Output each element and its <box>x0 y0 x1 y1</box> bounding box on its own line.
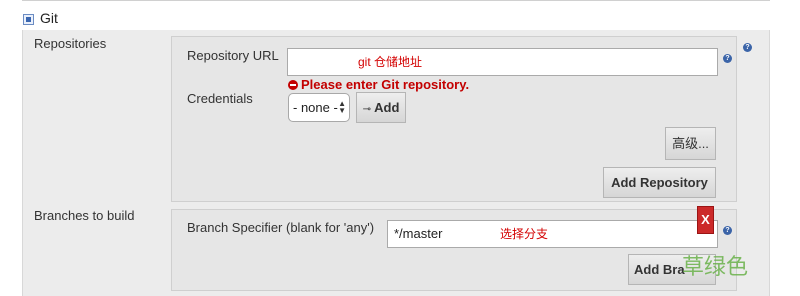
top-divider <box>22 0 770 4</box>
advanced-label: 高级... <box>672 136 709 151</box>
branch-specifier-annotation: 选择分支 <box>500 227 549 241</box>
repository-url-label: Repository URL <box>187 48 279 63</box>
help-icon[interactable]: ? <box>743 43 752 52</box>
key-icon: ⊸ <box>362 104 371 115</box>
branch-specifier-label: Branch Specifier (blank for 'any') <box>187 220 375 235</box>
branch-specifier-input[interactable] <box>387 220 718 248</box>
repository-error-text: Please enter Git repository. <box>301 77 470 92</box>
help-icon[interactable]: ? <box>723 226 732 235</box>
git-radio-checkbox[interactable] <box>23 14 34 25</box>
help-icon[interactable]: ? <box>723 54 732 63</box>
repository-url-annotation: git 仓储地址 <box>358 55 423 69</box>
add-repository-label: Add Repository <box>611 175 708 190</box>
repository-error: Please enter Git repository. <box>288 77 469 92</box>
credentials-label: Credentials <box>187 91 253 106</box>
error-icon <box>288 80 298 90</box>
add-credentials-button[interactable]: ⊸ Add <box>356 92 406 123</box>
add-credentials-label: Add <box>374 100 400 115</box>
credentials-selected-value: - none - <box>293 100 338 115</box>
git-label: Git <box>40 10 58 26</box>
repository-url-input[interactable] <box>287 48 718 76</box>
add-repository-button[interactable]: Add Repository <box>603 167 716 198</box>
advanced-button[interactable]: 高级... <box>665 127 716 160</box>
delete-branch-button[interactable]: X <box>697 206 714 234</box>
repositories-label: Repositories <box>34 36 107 51</box>
delete-branch-label: X <box>701 212 710 227</box>
credentials-select[interactable]: - none - ▲ ▼ <box>288 93 350 122</box>
updown-arrows-icon: ▲ ▼ <box>338 99 346 115</box>
watermark: 草绿色 <box>682 254 749 279</box>
add-branch-label: Add Bra <box>634 262 685 277</box>
branches-to-build-label: Branches to build <box>34 208 135 223</box>
